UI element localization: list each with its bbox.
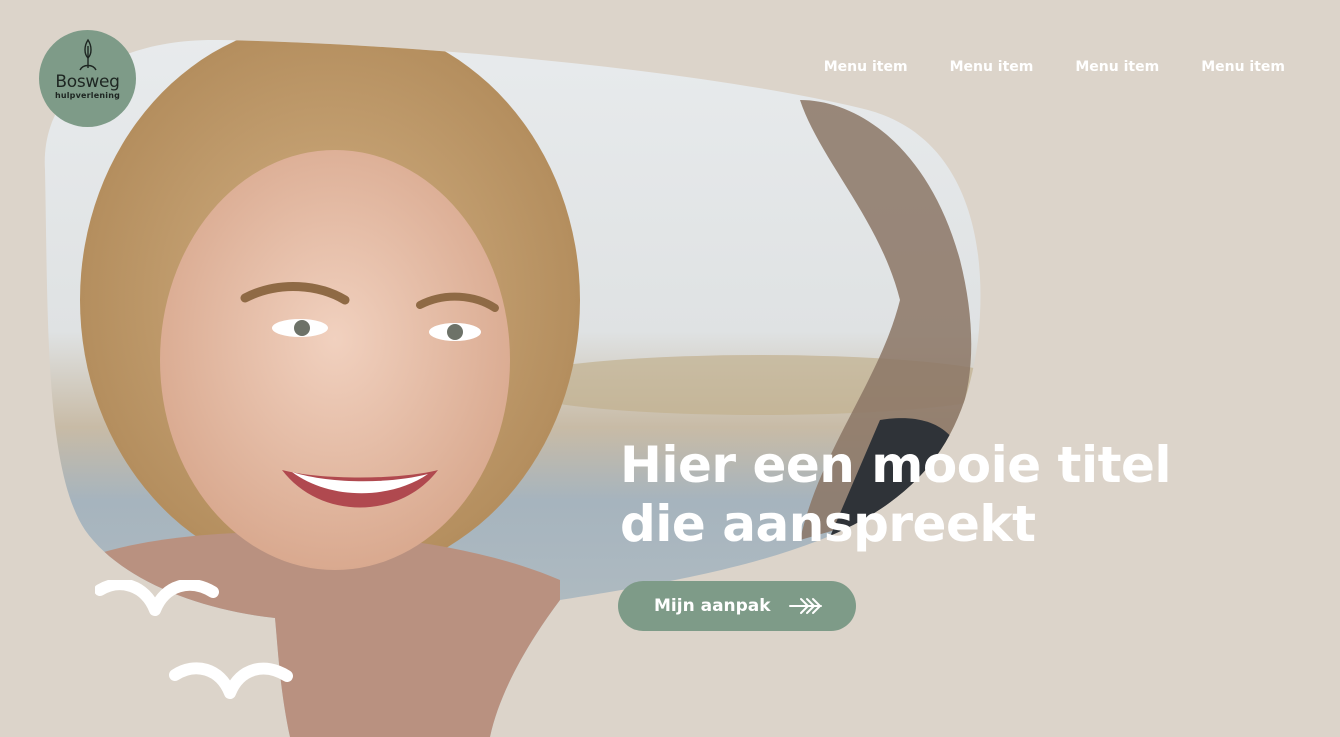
cta-label: Mijn aanpak [654, 596, 771, 616]
triple-chevron-arrow-icon [788, 598, 822, 614]
hero-title: Hier een mooie titel die aanspreekt [620, 436, 1320, 554]
logo-name: Bosweg [55, 72, 120, 92]
tree-icon [78, 38, 97, 71]
nav-menu-item-2[interactable]: Menu item [950, 59, 1034, 75]
hero-title-line-2: die aanspreekt [620, 495, 1036, 553]
hero-title-line-1: Hier een mooie titel [620, 436, 1172, 494]
main-nav: Menu item Menu item Menu item Menu item [824, 59, 1285, 75]
mijn-aanpak-button[interactable]: Mijn aanpak [618, 581, 856, 631]
logo[interactable]: Bosweg hulpverlening [39, 30, 136, 127]
birds-icon [95, 580, 293, 699]
nav-menu-item-4[interactable]: Menu item [1201, 59, 1285, 75]
nav-menu-item-3[interactable]: Menu item [1075, 59, 1159, 75]
logo-tagline: hulpverlening [54, 91, 121, 100]
nav-menu-item-1[interactable]: Menu item [824, 59, 908, 75]
